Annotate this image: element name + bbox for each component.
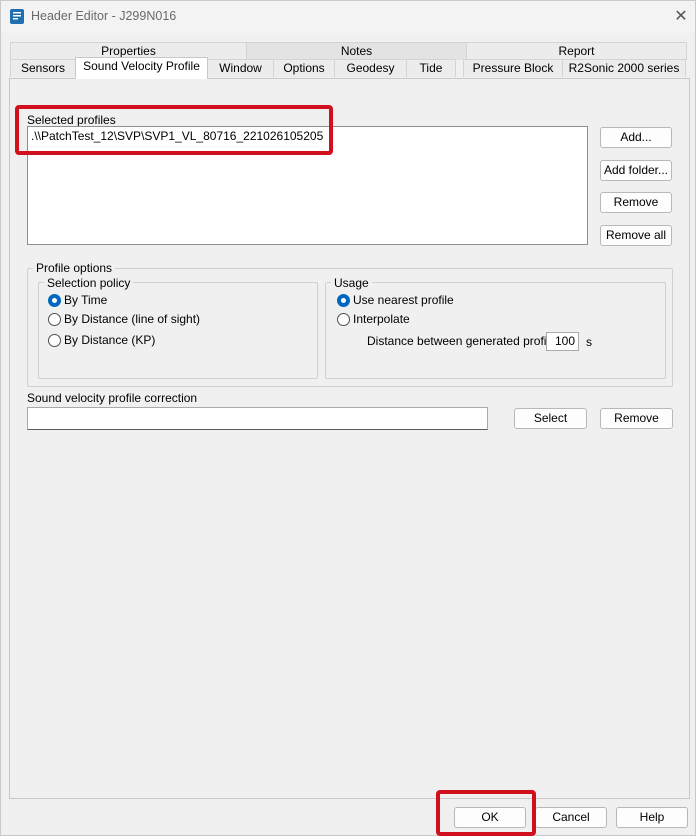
- usage-caption: Usage: [331, 276, 372, 290]
- radio-label: By Distance (KP): [64, 333, 156, 347]
- remove-all-button[interactable]: Remove all: [600, 225, 672, 246]
- tab-tide[interactable]: Tide: [406, 59, 456, 77]
- radio-button-checked[interactable]: [337, 294, 350, 307]
- add-folder-button[interactable]: Add folder...: [600, 160, 672, 181]
- selected-profiles-list[interactable]: .\\PatchTest_12\SVP\SVP1_VL_80716_221026…: [27, 126, 588, 245]
- tab-sensors[interactable]: Sensors: [10, 59, 76, 77]
- svp-remove-button[interactable]: Remove: [600, 408, 673, 429]
- radio-button-checked[interactable]: [48, 294, 61, 307]
- tab-report[interactable]: Report: [466, 42, 687, 60]
- distance-unit-label: s: [586, 335, 592, 349]
- tab-r2sonic-2000-series[interactable]: R2Sonic 2000 series: [562, 59, 686, 77]
- header-editor-window: Header Editor - J299N016 ✕ Properties No…: [0, 0, 696, 836]
- radio-button[interactable]: [48, 334, 61, 347]
- selection-policy-caption: Selection policy: [44, 276, 134, 290]
- selected-profiles-label: Selected profiles: [27, 113, 116, 127]
- radio-label: By Distance (line of sight): [64, 312, 201, 326]
- window-title: Header Editor - J299N016: [31, 9, 177, 23]
- distance-between-profiles-label: Distance between generated profiles: [367, 334, 562, 348]
- radio-button[interactable]: [48, 313, 61, 326]
- ok-button[interactable]: OK: [454, 807, 526, 828]
- title-bar[interactable]: Header Editor - J299N016 ✕: [1, 1, 695, 33]
- svp-correction-field[interactable]: [27, 407, 488, 430]
- radio-label: Interpolate: [353, 312, 410, 326]
- profile-options-caption: Profile options: [33, 261, 116, 275]
- svp-correction-label: Sound velocity profile correction: [27, 391, 198, 405]
- tab-window[interactable]: Window: [207, 59, 274, 77]
- svp-select-button[interactable]: Select: [514, 408, 587, 429]
- radio-label: Use nearest profile: [353, 293, 454, 307]
- tab-notes[interactable]: Notes: [246, 42, 467, 60]
- tab-options[interactable]: Options: [273, 59, 335, 77]
- cancel-button[interactable]: Cancel: [535, 807, 607, 828]
- tab-sound-velocity-profile[interactable]: Sound Velocity Profile: [75, 57, 208, 79]
- app-icon: [10, 9, 24, 24]
- radio-label: By Time: [64, 293, 108, 307]
- help-button[interactable]: Help: [616, 807, 688, 828]
- list-item[interactable]: .\\PatchTest_12\SVP\SVP1_VL_80716_221026…: [31, 129, 323, 143]
- distance-between-profiles-input[interactable]: 100: [546, 332, 579, 351]
- remove-profile-button[interactable]: Remove: [600, 192, 672, 213]
- add-button[interactable]: Add...: [600, 127, 672, 148]
- close-icon[interactable]: ✕: [671, 7, 691, 27]
- radio-button[interactable]: [337, 313, 350, 326]
- tab-pressure-block[interactable]: Pressure Block: [463, 59, 563, 77]
- tab-geodesy[interactable]: Geodesy: [334, 59, 407, 77]
